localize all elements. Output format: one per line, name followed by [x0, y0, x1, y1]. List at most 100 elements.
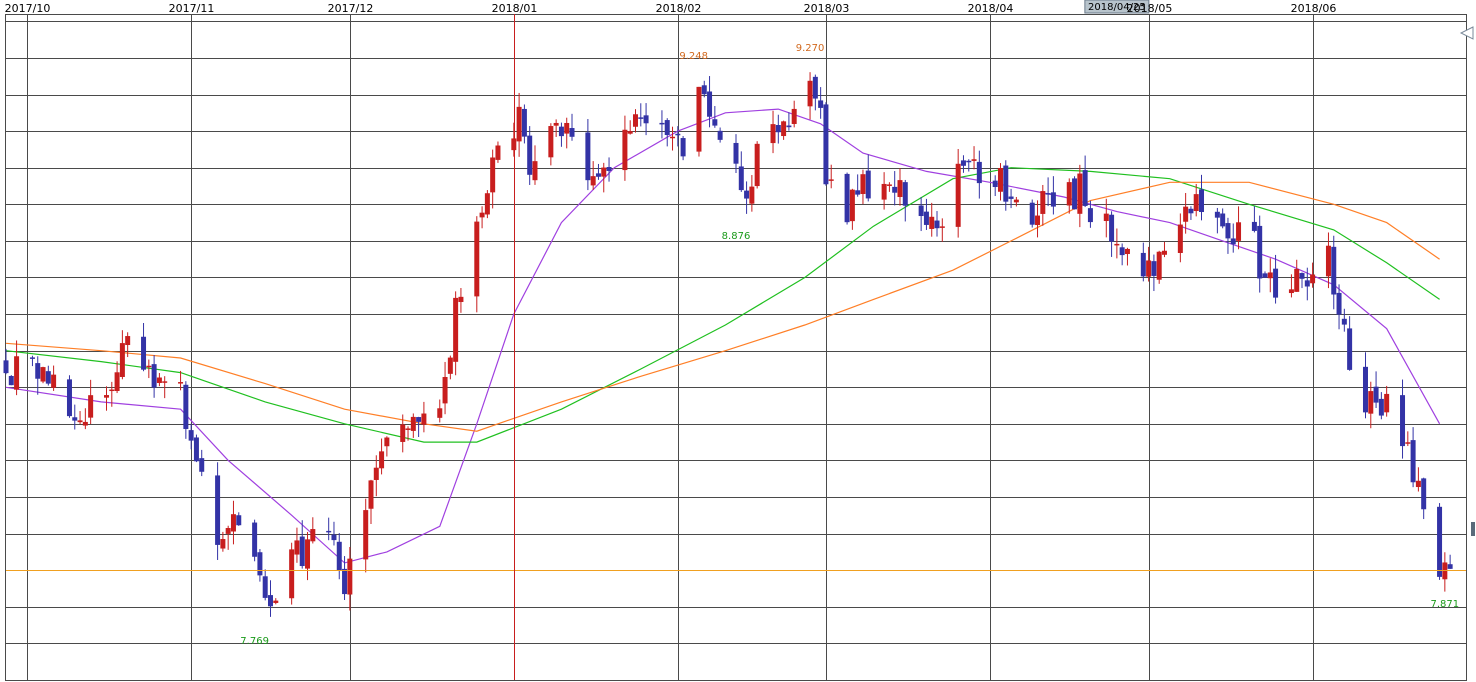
candle-body — [294, 540, 300, 555]
candle-body — [992, 180, 998, 188]
x-tick-label: 2018/01 — [492, 2, 538, 15]
candle-body — [400, 424, 406, 442]
candle-body — [104, 395, 110, 398]
candle-body — [1087, 208, 1093, 223]
candle-body — [188, 430, 194, 441]
chart-canvas[interactable]: 2018/04/25 2017/10 2017/11 2017/12 2018/01 2… — [0, 0, 1476, 682]
candle-body — [1236, 222, 1242, 241]
candle-body — [1045, 193, 1051, 195]
candle-body — [326, 530, 332, 533]
candle-body — [72, 417, 78, 421]
candle-body — [1188, 208, 1194, 214]
candle-body — [590, 176, 596, 186]
x-tick-label: 2017/10 — [5, 2, 51, 15]
candle-body — [680, 138, 686, 157]
candle-body — [267, 595, 273, 607]
candle-body — [479, 212, 485, 218]
candle-body — [220, 539, 226, 549]
candle-body — [601, 167, 607, 177]
candle-body — [675, 133, 681, 136]
candle-body — [146, 365, 152, 368]
x-tick-label: 2018/03 — [804, 2, 850, 15]
candle-body — [902, 182, 908, 206]
x-tick-label: 2018/06 — [1291, 2, 1337, 15]
candle-body — [342, 568, 348, 595]
candle-body — [262, 576, 268, 598]
candle-body — [379, 451, 385, 469]
candle-body — [458, 296, 464, 303]
candle-body — [183, 384, 189, 429]
candle-body — [622, 129, 628, 171]
candle-body — [453, 297, 459, 362]
candle-body — [257, 552, 263, 576]
candle-body — [606, 167, 612, 171]
candle-body — [45, 371, 51, 384]
candle-body — [1225, 223, 1231, 239]
candle-body — [823, 104, 829, 185]
candle-body — [1341, 318, 1347, 325]
x-tick-label: 2018/02 — [656, 2, 702, 15]
candle-body — [1035, 215, 1041, 226]
x-tick-label: 2017/11 — [169, 2, 215, 15]
candle-body — [696, 86, 702, 152]
candle-body — [638, 117, 644, 119]
candle-body — [855, 190, 861, 195]
candle-body — [331, 534, 337, 541]
candle-body — [553, 122, 559, 126]
candle-body — [1251, 221, 1257, 231]
candle-body — [114, 372, 120, 391]
candle-body — [66, 379, 72, 417]
candle-body — [955, 163, 961, 227]
candle-body — [437, 408, 443, 418]
candle-body — [527, 135, 533, 175]
candle-body — [225, 528, 231, 534]
candle-body — [484, 193, 490, 215]
candle-body — [416, 417, 422, 422]
candle-body — [548, 126, 554, 158]
candle-body — [659, 122, 665, 125]
low-value-label: 7.769 — [240, 636, 269, 647]
candle-body — [8, 375, 14, 386]
candle-body — [632, 114, 638, 127]
low-value-label: 7.871 — [1431, 599, 1460, 610]
candle-body — [236, 515, 242, 526]
candle-body — [1325, 245, 1331, 277]
candle-body — [738, 166, 744, 191]
candle-body — [960, 160, 966, 166]
candle-body — [997, 167, 1003, 192]
candle-body — [490, 157, 496, 193]
candle-body — [971, 159, 977, 161]
candle-body — [1220, 213, 1226, 227]
candle-body — [1177, 224, 1183, 253]
candle-body — [230, 514, 236, 532]
chart-background — [0, 0, 1476, 682]
candle-body — [1257, 225, 1263, 279]
candle-body — [1310, 274, 1316, 284]
candle-body — [29, 357, 35, 359]
candle-body — [670, 136, 676, 139]
candle-body — [410, 416, 416, 431]
candle-body — [1114, 243, 1120, 246]
candle-body — [336, 541, 342, 571]
candle-body — [1299, 273, 1305, 279]
candle-body — [1405, 442, 1411, 444]
x-tick-label: 2018/04 — [968, 2, 1014, 15]
candle-body — [1294, 268, 1300, 292]
candle-body — [1146, 260, 1152, 277]
candle-body — [791, 108, 797, 124]
candle-body — [1273, 268, 1279, 298]
candle-body — [1384, 393, 1390, 413]
candle-body — [701, 85, 707, 95]
candlestick-chart[interactable]: 2018/04/25 2017/10 2017/11 2017/12 2018/01 2… — [0, 0, 1476, 682]
candle-body — [273, 600, 279, 603]
candle-body — [1331, 246, 1337, 295]
candle-body — [442, 376, 448, 404]
candle-body — [712, 119, 718, 126]
candle-body — [1103, 213, 1109, 222]
candle-body — [897, 180, 903, 198]
candle-body — [744, 190, 750, 199]
price-handle[interactable] — [1471, 522, 1475, 536]
candle-body — [495, 145, 501, 160]
candle-body — [749, 186, 755, 204]
candle-body — [299, 536, 305, 567]
